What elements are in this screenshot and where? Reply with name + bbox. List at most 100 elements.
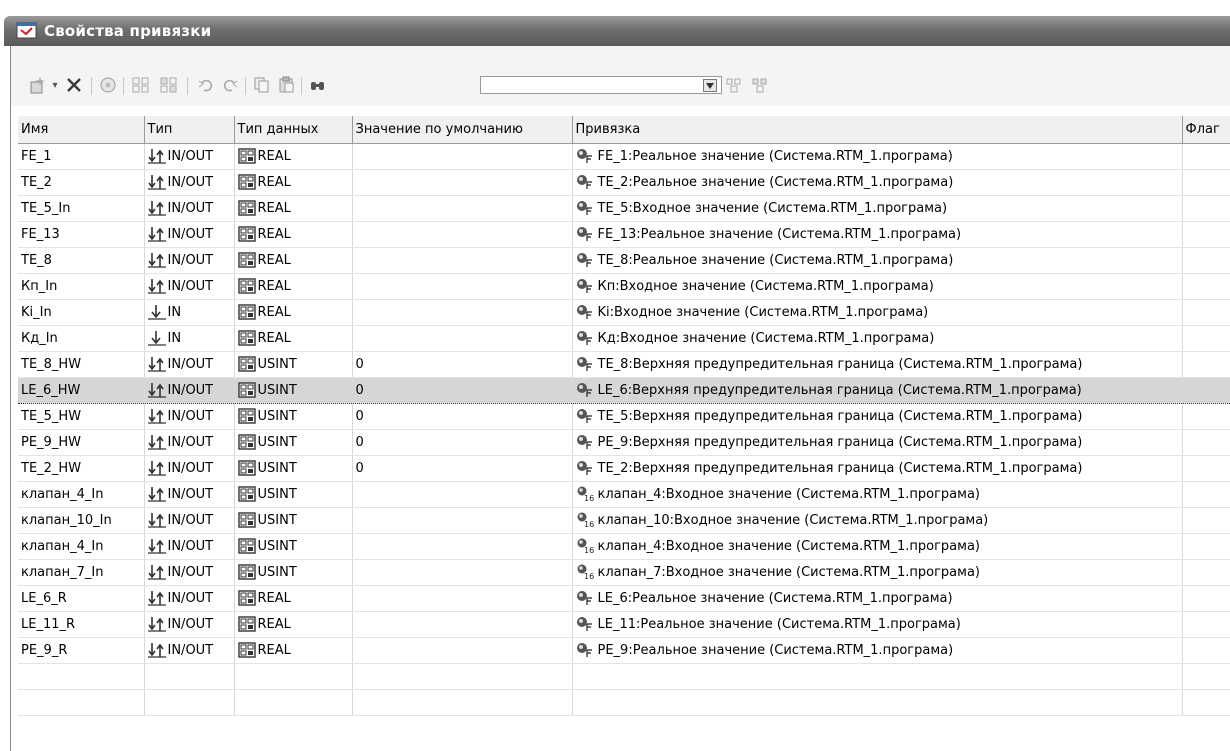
cell-default[interactable] [352, 247, 573, 274]
column-header-binding[interactable]: Привязка [572, 116, 1183, 144]
cell-flag[interactable] [1182, 559, 1230, 586]
grid-icon[interactable] [129, 74, 153, 96]
cell-type[interactable]: IN/OUT [144, 585, 235, 612]
table-row[interactable]: TE_8 IN/OUT REAL TE_8:Реальное значение (Си… [18, 247, 1230, 274]
cell-default[interactable]: 0 [352, 455, 573, 482]
empty-cell[interactable] [144, 689, 235, 716]
empty-cell[interactable] [352, 689, 573, 716]
cell-default[interactable] [352, 169, 573, 196]
new-item-icon[interactable] [27, 74, 49, 96]
column-header-datatype[interactable]: Тип данных [234, 116, 353, 144]
cell-datatype[interactable]: REAL [234, 169, 353, 196]
cell-binding[interactable]: 16 клапан_4:Входное значение (Система.RTM… [572, 533, 1183, 560]
cell-datatype[interactable]: USINT [234, 559, 353, 586]
table-row[interactable]: TE_8_HW IN/OUT USINT 0 TE_8:Верхняя предупре… [18, 351, 1230, 378]
cell-type[interactable]: IN/OUT [144, 376, 235, 404]
cell-default[interactable]: 0 [352, 403, 573, 430]
cell-name[interactable]: FE_1 [18, 143, 145, 170]
cell-name[interactable]: Ki_In [18, 299, 145, 326]
cell-binding[interactable]: LE_11:Реальное значение (Система.RTM_1.п… [572, 611, 1183, 638]
cell-datatype[interactable]: USINT [234, 455, 353, 482]
cell-binding[interactable]: TE_2:Реальное значение (Система.RTM_1.пр… [572, 169, 1183, 196]
cell-datatype[interactable]: USINT [234, 376, 353, 404]
cell-flag[interactable] [1182, 376, 1230, 404]
column-header-name[interactable]: Имя [18, 116, 145, 144]
table-row[interactable]: TE_2 IN/OUT REAL TE_2:Реальное значение (Си… [18, 169, 1230, 196]
cell-type[interactable]: IN/OUT [144, 611, 235, 638]
copy-icon[interactable] [251, 74, 273, 96]
cell-default[interactable]: 0 [352, 429, 573, 456]
cell-binding[interactable]: 16 клапан_10:Входное значение (Система.RT… [572, 507, 1183, 534]
empty-cell[interactable] [144, 663, 235, 690]
cell-default[interactable] [352, 299, 573, 326]
empty-cell[interactable] [18, 663, 145, 690]
table-row[interactable]: LE_6_R IN/OUT REAL LE_6:Реальное значение (… [18, 585, 1230, 612]
empty-cell[interactable] [572, 689, 1183, 716]
cell-flag[interactable] [1182, 143, 1230, 170]
empty-cell[interactable] [234, 663, 353, 690]
cell-name[interactable]: PE_9_HW [18, 429, 145, 456]
cell-datatype[interactable]: USINT [234, 429, 353, 456]
cell-binding[interactable]: LE_6:Реальное значение (Система.RTM_1.пр… [572, 585, 1183, 612]
cell-flag[interactable] [1182, 455, 1230, 482]
cell-binding[interactable]: Кп:Входное значение (Система.RTM_1.прогр… [572, 273, 1183, 300]
cell-default[interactable] [352, 585, 573, 612]
cell-flag[interactable] [1182, 169, 1230, 196]
table-row[interactable]: LE_11_R IN/OUT REAL LE_11:Реальное значение… [18, 611, 1230, 638]
cell-name[interactable]: клапан_4_In [18, 533, 145, 560]
cell-name[interactable]: TE_8_HW [18, 351, 145, 378]
cell-name[interactable]: LE_11_R [18, 611, 145, 638]
cell-datatype[interactable]: REAL [234, 325, 353, 352]
empty-cell[interactable] [1182, 689, 1230, 716]
cell-type[interactable]: IN/OUT [144, 637, 235, 664]
search-input[interactable] [480, 76, 722, 94]
cell-binding[interactable]: Ki:Входное значение (Система.RTM_1.прогр… [572, 299, 1183, 326]
cell-name[interactable]: LE_6_HW [18, 376, 145, 404]
cell-flag[interactable] [1182, 195, 1230, 222]
cell-name[interactable]: TE_2 [18, 169, 145, 196]
cell-binding[interactable]: 16 клапан_4:Входное значение (Система.RTM… [572, 481, 1183, 508]
cell-default[interactable] [352, 481, 573, 508]
cell-name[interactable]: TE_5_In [18, 195, 145, 222]
table-row[interactable]: клапан_4_In IN/OUT USINT 16 клапан_4:Входное… [18, 533, 1230, 560]
cell-name[interactable]: клапан_10_In [18, 507, 145, 534]
table-row[interactable]: FE_13 IN/OUT REAL FE_13:Реальное значение (… [18, 221, 1230, 248]
cell-datatype[interactable]: USINT [234, 481, 353, 508]
table-row[interactable]: TE_5_In IN/OUT REAL TE_5:Входное значение (… [18, 195, 1230, 222]
cell-flag[interactable] [1182, 299, 1230, 326]
cell-flag[interactable] [1182, 611, 1230, 638]
cell-type[interactable]: IN/OUT [144, 533, 235, 560]
cell-binding[interactable]: TE_8:Реальное значение (Система.RTM_1.пр… [572, 247, 1183, 274]
column-header-flag[interactable]: Флаг [1182, 116, 1230, 144]
cell-type[interactable]: IN/OUT [144, 507, 235, 534]
cell-default[interactable] [352, 195, 573, 222]
empty-cell[interactable] [352, 663, 573, 690]
cell-default[interactable] [352, 325, 573, 352]
cell-default[interactable] [352, 559, 573, 586]
cell-flag[interactable] [1182, 273, 1230, 300]
delete-icon[interactable] [63, 74, 85, 96]
table-row[interactable]: PE_9_HW IN/OUT USINT 0 PE_9:Верхняя предупре… [18, 429, 1230, 456]
cell-flag[interactable] [1182, 507, 1230, 534]
table-row[interactable]: TE_5_HW IN/OUT USINT 0 TE_5:Верхняя предупре… [18, 403, 1230, 430]
cell-binding[interactable]: FE_1:Реальное значение (Система.RTM_1.пр… [572, 143, 1183, 170]
cell-type[interactable]: IN/OUT [144, 455, 235, 482]
cell-type[interactable]: IN/OUT [144, 247, 235, 274]
cell-flag[interactable] [1182, 351, 1230, 378]
cell-flag[interactable] [1182, 533, 1230, 560]
combo-dropdown-icon[interactable] [703, 79, 717, 92]
cell-datatype[interactable]: REAL [234, 273, 353, 300]
cell-flag[interactable] [1182, 247, 1230, 274]
cell-binding[interactable]: TE_8:Верхняя предупредительная граница (… [572, 351, 1183, 378]
paste-icon[interactable] [275, 74, 297, 96]
cell-binding[interactable]: PE_9:Верхняя предупредительная граница (… [572, 429, 1183, 456]
cell-type[interactable]: IN/OUT [144, 221, 235, 248]
cell-flag[interactable] [1182, 637, 1230, 664]
cell-datatype[interactable]: REAL [234, 247, 353, 274]
cell-binding[interactable]: Кд:Входное значение (Система.RTM_1.прогр… [572, 325, 1183, 352]
cell-binding[interactable]: LE_6:Верхняя предупредительная граница (… [572, 376, 1183, 404]
cell-default[interactable]: 0 [352, 351, 573, 378]
cell-type[interactable]: IN/OUT [144, 481, 235, 508]
empty-row[interactable] [18, 663, 1230, 690]
table-row[interactable]: PE_9_R IN/OUT REAL PE_9:Реальное значение (… [18, 637, 1230, 664]
